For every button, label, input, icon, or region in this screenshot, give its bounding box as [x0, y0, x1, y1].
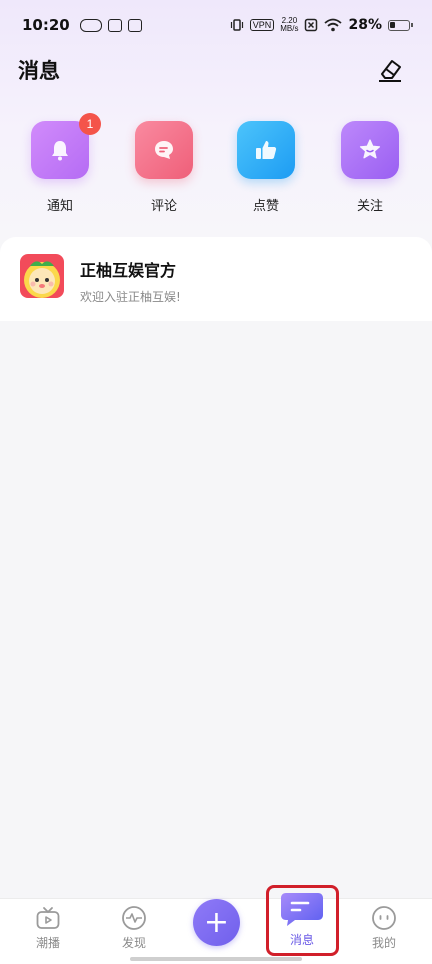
status-right-icons: VPN 2.20 MB/s 28%	[230, 17, 413, 33]
list-item[interactable]: 正柚互娱官方 欢迎入驻正柚互娱!	[0, 237, 432, 321]
category-label: 通知	[46, 199, 73, 214]
battery-percentage: 28%	[348, 17, 382, 33]
avatar	[20, 254, 64, 298]
status-bar: 10:20 VPN 2.20 MB/s 28%	[0, 0, 432, 50]
bell-icon: 1	[31, 113, 101, 179]
mail-icon	[107, 18, 122, 32]
category-likes[interactable]: 点赞	[226, 118, 306, 214]
nav-label: 潮播	[35, 936, 60, 950]
pulse-icon	[121, 905, 147, 931]
message-notification-icon	[127, 18, 142, 32]
category-notifications[interactable]: 1 通知	[20, 113, 101, 214]
vpn-indicator: VPN	[249, 19, 275, 31]
face-icon	[371, 905, 397, 931]
plus-icon: +	[203, 905, 230, 940]
app-notification-icon	[79, 18, 102, 32]
clear-button[interactable]	[376, 56, 404, 84]
message-sender-name: 正柚互娱官方	[80, 261, 177, 280]
category-label: 点赞	[252, 199, 279, 214]
vibrate-icon	[230, 19, 243, 31]
nav-tab-chaobo[interactable]: 潮播	[18, 905, 78, 951]
network-speed: 2.20 MB/s	[280, 17, 298, 33]
notification-badge: 1	[79, 113, 101, 135]
category-label: 评论	[150, 199, 177, 214]
comment-icon	[135, 121, 193, 179]
message-categories: 1 通知 评论 点赞 关注	[0, 113, 432, 218]
nav-tab-mine[interactable]: 我的	[354, 905, 414, 951]
thumbs-up-icon	[237, 121, 295, 179]
nav-tab-discover[interactable]: 发现	[104, 905, 164, 951]
no-sim-icon	[305, 18, 318, 32]
star-icon	[341, 121, 399, 179]
category-label: 关注	[356, 199, 383, 214]
highlight-box	[266, 885, 339, 956]
tv-icon	[35, 905, 61, 931]
page-title: 消息	[18, 59, 60, 83]
app-logo-icon	[20, 254, 64, 298]
category-follows[interactable]: 关注	[330, 118, 410, 214]
network-speed-unit: MB/s	[280, 24, 299, 33]
nav-label: 我的	[371, 936, 396, 950]
eraser-icon	[379, 60, 401, 82]
category-comments[interactable]: 评论	[124, 118, 204, 214]
battery-icon	[388, 19, 413, 31]
message-preview: 欢迎入驻正柚互娱!	[80, 290, 181, 304]
home-indicator	[130, 957, 302, 961]
status-notification-icons	[79, 18, 142, 32]
create-button[interactable]: +	[193, 899, 240, 946]
wifi-icon	[324, 18, 343, 32]
status-time: 10:20	[22, 16, 70, 34]
message-list: 正柚互娱官方 欢迎入驻正柚互娱!	[0, 237, 432, 321]
nav-label: 发现	[121, 936, 146, 950]
